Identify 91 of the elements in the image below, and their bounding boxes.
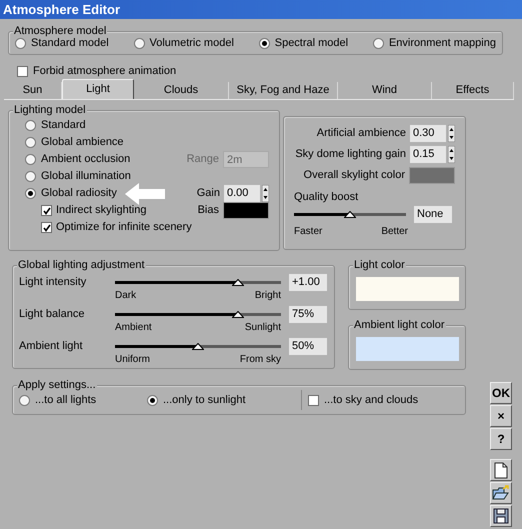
slider-label: Ambient light <box>19 339 84 354</box>
group-label: Atmosphere model <box>13 24 108 38</box>
radio-button[interactable] <box>19 394 30 406</box>
spinner-arrows-icon[interactable] <box>448 125 455 142</box>
quality-value-field[interactable]: None <box>414 206 452 222</box>
checkbox-label: Optimize for infinite scenery <box>56 220 192 236</box>
side-icon-button[interactable] <box>490 459 512 481</box>
checkbox[interactable] <box>41 222 52 233</box>
tab[interactable]: Clouds <box>134 82 229 99</box>
slider-min-label: Faster <box>294 224 322 238</box>
group-label: Global lighting adjustment <box>17 258 146 272</box>
tab[interactable]: Sky, Fog and Haze <box>229 82 338 99</box>
field-label: Overall skylight color <box>304 168 405 184</box>
field-label: Artificial ambience <box>316 126 406 142</box>
color-swatch[interactable] <box>356 277 458 301</box>
number-field[interactable]: 0.15 <box>410 146 446 163</box>
slider-max-label: From sky <box>240 353 281 367</box>
side-button[interactable]: × <box>490 405 512 427</box>
radio-button[interactable] <box>258 38 270 48</box>
slider-max-label: Better <box>381 224 408 238</box>
side-icon-button[interactable] <box>490 505 512 527</box>
color-swatch[interactable] <box>356 337 458 361</box>
slider-thumb[interactable] <box>344 210 356 218</box>
slider-min-label: Ambient <box>115 321 152 335</box>
checkbox[interactable] <box>308 394 319 406</box>
radio-button[interactable] <box>15 38 26 48</box>
open-folder-icon <box>492 485 510 501</box>
spinner-arrows-icon[interactable] <box>448 146 455 163</box>
slider-thumb[interactable] <box>232 311 244 318</box>
radio-label: Global ambience <box>41 135 124 150</box>
radio-label: Standard model <box>31 36 109 51</box>
side-icon-button[interactable] <box>490 482 512 504</box>
slider-track[interactable] <box>115 345 281 348</box>
radio-button[interactable] <box>25 171 36 182</box>
radio-button[interactable] <box>25 137 36 148</box>
color-swatch[interactable] <box>223 202 269 219</box>
checkbox-label: Indirect skylighting <box>56 203 146 218</box>
radio-button[interactable] <box>25 154 36 165</box>
number-field[interactable]: 0.30 <box>410 125 446 142</box>
radio-label: Spectral model <box>274 36 348 51</box>
radio-label: ...only to sunlight <box>163 392 246 408</box>
field-label: Bias <box>198 203 219 218</box>
slider-max-label: Bright <box>254 289 281 303</box>
window-title: Atmosphere Editor <box>3 0 120 19</box>
slider-thumb[interactable] <box>232 279 244 286</box>
tab[interactable]: Effects <box>432 82 514 99</box>
spinner-arrows-icon[interactable] <box>262 185 269 202</box>
slider-track[interactable] <box>115 313 281 316</box>
side-button[interactable]: ? <box>490 428 512 450</box>
radio-button[interactable] <box>147 394 158 406</box>
tab[interactable]: Light <box>62 79 134 99</box>
group-label: Light color <box>353 258 406 272</box>
slider-min-label: Dark <box>115 289 136 303</box>
number-field[interactable]: 0.00 <box>224 185 260 202</box>
checkbox-label: ...to sky and clouds <box>324 392 418 408</box>
slider-track[interactable] <box>294 212 406 216</box>
slider-min-label: Uniform <box>115 353 150 367</box>
group-label: Ambient light color <box>353 318 446 332</box>
field-label: Range <box>186 152 219 168</box>
side-button[interactable]: OK <box>490 382 512 404</box>
radio-label: Volumetric model <box>150 36 234 51</box>
radio-label: Environment mapping <box>388 36 496 51</box>
save-icon <box>493 508 509 524</box>
radio-label: ...to all lights <box>35 392 96 408</box>
field-label: Gain <box>196 186 220 202</box>
group-label: Apply settings... <box>17 378 97 392</box>
slider-track[interactable] <box>115 281 281 284</box>
tab[interactable]: Wind <box>338 82 432 99</box>
value-field[interactable]: 50% <box>289 338 327 355</box>
quality-boost-label: Quality boost <box>294 190 360 205</box>
radio-button[interactable] <box>372 38 384 48</box>
field-label: Sky dome lighting gain <box>295 147 406 162</box>
slider-label: Light intensity <box>19 275 88 290</box>
slider-thumb[interactable] <box>192 343 204 350</box>
checkbox[interactable] <box>41 205 52 216</box>
radio-label: Ambient occlusion <box>41 152 130 168</box>
radio-button[interactable] <box>25 120 36 131</box>
radio-label: Global illumination <box>41 169 131 184</box>
slider-label: Light balance <box>19 307 86 322</box>
radio-button[interactable] <box>134 38 145 48</box>
slider-max-label: Sunlight <box>244 321 281 335</box>
checkbox-label: Forbid atmosphere animation <box>33 64 176 79</box>
group-label: Lighting model <box>13 103 87 117</box>
radio-label: Standard <box>41 118 86 134</box>
color-swatch[interactable] <box>409 167 455 184</box>
radio-button[interactable] <box>25 188 36 199</box>
radio-label: Global radiosity <box>41 186 117 202</box>
document-icon <box>494 462 508 478</box>
checkbox[interactable] <box>17 66 28 76</box>
value-field[interactable]: 75% <box>289 306 327 323</box>
value-field[interactable]: +1.00 <box>289 274 327 291</box>
